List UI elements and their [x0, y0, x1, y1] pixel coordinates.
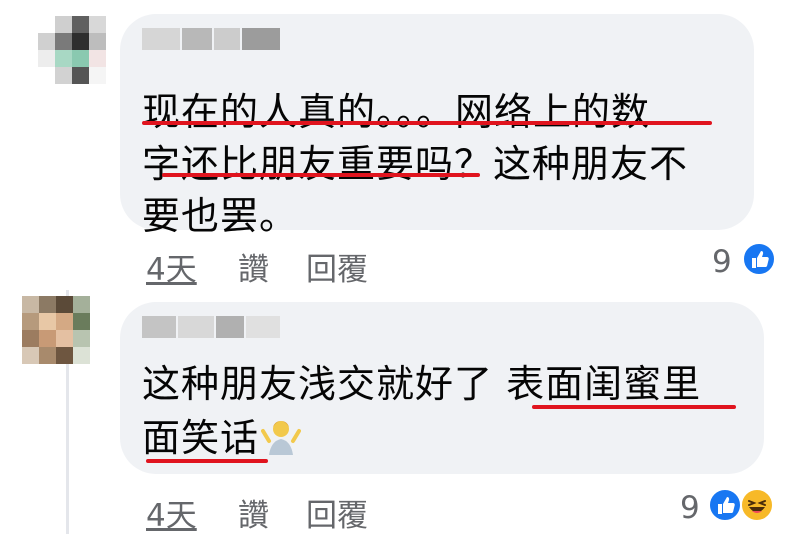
comment-author-name[interactable]: [142, 28, 280, 50]
reply-button[interactable]: 回覆: [306, 490, 368, 535]
like-button[interactable]: 讚: [238, 244, 269, 289]
comment-text-line: 字还比朋友重要吗？这种朋友不: [142, 142, 689, 186]
comment-text-fragment: 面笑话: [142, 416, 260, 460]
like-button[interactable]: 讚: [238, 490, 269, 535]
comment-bubble: 现在的人真的。。。网络上的数 字还比朋友重要吗？这种朋友不 要也罢。: [120, 14, 754, 238]
comment-author-name[interactable]: [142, 316, 280, 338]
reply-button[interactable]: 回覆: [306, 244, 368, 289]
haha-icon[interactable]: [740, 488, 774, 522]
comment-bubble: 这种朋友浅交就好了 表面闺蜜里 面笑话: [120, 302, 764, 474]
like-icon[interactable]: [708, 488, 742, 522]
comment-text-line: 现在的人真的。。。网络上的数: [142, 90, 651, 134]
highlight-underline: [142, 121, 712, 125]
comment-timestamp[interactable]: 4天: [146, 490, 197, 535]
highlight-underline: [532, 405, 736, 409]
reaction-count[interactable]: 9: [712, 244, 732, 280]
like-icon[interactable]: [742, 242, 776, 276]
reaction-count[interactable]: 9: [680, 490, 700, 526]
comment-text-line: 要也罢。: [142, 194, 299, 238]
comment-timestamp[interactable]: 4天: [146, 244, 197, 289]
highlight-underline: [162, 173, 480, 177]
avatar[interactable]: [22, 296, 92, 366]
avatar[interactable]: [38, 16, 108, 86]
highlight-underline: [146, 459, 268, 463]
person-shrugging-icon: [261, 411, 302, 457]
